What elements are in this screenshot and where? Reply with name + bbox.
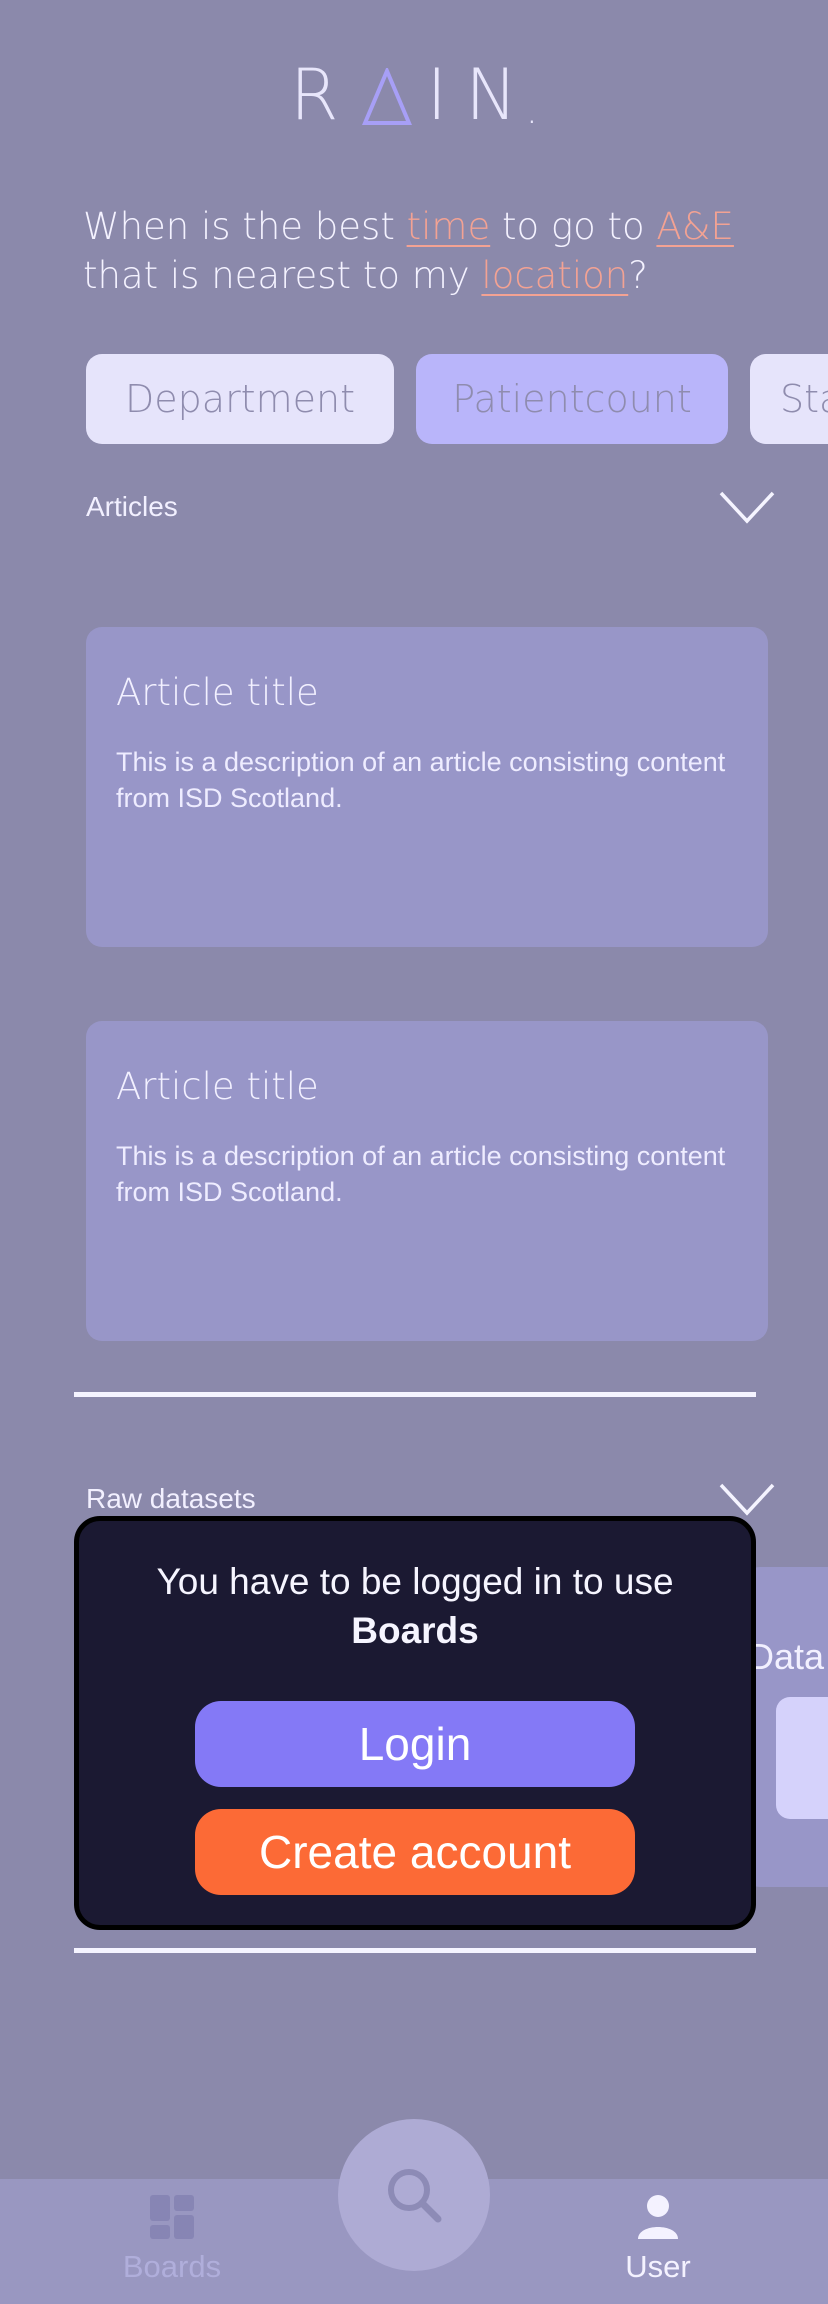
query-question: When is the best time to go to A&E that …	[83, 202, 763, 300]
ae-link[interactable]: A&E	[656, 205, 734, 248]
dataset-card-title: Data	[748, 1636, 825, 1677]
chevron-down-icon[interactable]	[718, 1482, 776, 1516]
app-logo: R IN .	[0, 60, 828, 130]
search-icon	[388, 2169, 442, 2223]
section-divider	[74, 1392, 756, 1397]
article-title: Article title	[116, 671, 319, 714]
chip-sta[interactable]: Sta	[750, 354, 828, 444]
question-text: ?	[628, 254, 648, 297]
question-text: that is nearest to my	[83, 254, 482, 297]
article-card[interactable]: Article title This is a description of a…	[86, 627, 768, 947]
nav-user[interactable]: User	[558, 2179, 758, 2304]
section-divider	[74, 1948, 756, 1953]
chip-patientcount[interactable]: Patientcount	[416, 354, 728, 444]
article-description: This is a description of an article cons…	[116, 1141, 726, 1207]
user-icon	[638, 2195, 678, 2239]
filter-chips: Department Patientcount Sta	[86, 354, 828, 444]
modal-message-text: You have to be logged in to use	[156, 1561, 674, 1602]
triangle-a-icon	[362, 68, 413, 125]
modal-message: You have to be logged in to use Boards	[135, 1557, 695, 1655]
articles-section-header[interactable]: Articles	[86, 482, 776, 532]
logo-dot: .	[525, 87, 539, 133]
question-text: to go to	[490, 205, 657, 248]
logo-letters-in: IN	[426, 54, 536, 136]
articles-label: Articles	[86, 491, 178, 522]
article-card[interactable]: Article title This is a description of a…	[86, 1021, 768, 1341]
chip-department[interactable]: Department	[86, 354, 394, 444]
location-link[interactable]: location	[481, 254, 628, 297]
logo-letter-r: R	[289, 54, 357, 136]
modal-message-bold: Boards	[351, 1610, 479, 1651]
time-link[interactable]: time	[407, 205, 491, 248]
dataset-card-button[interactable]	[776, 1697, 828, 1819]
raw-datasets-label: Raw datasets	[86, 1483, 256, 1514]
boards-icon	[150, 2195, 194, 2239]
article-description: This is a description of an article cons…	[116, 747, 726, 813]
search-button[interactable]	[338, 2119, 490, 2271]
create-account-button[interactable]: Create account	[195, 1809, 635, 1895]
nav-user-label: User	[625, 2249, 691, 2284]
login-button[interactable]: Login	[195, 1701, 635, 1787]
nav-boards-label: Boards	[122, 2249, 222, 2284]
question-text: When is the best	[83, 205, 407, 248]
nav-boards[interactable]: Boards	[72, 2179, 272, 2304]
login-required-modal: You have to be logged in to use Boards L…	[74, 1516, 756, 1930]
chevron-down-icon[interactable]	[718, 490, 776, 524]
article-title: Article title	[116, 1065, 319, 1108]
